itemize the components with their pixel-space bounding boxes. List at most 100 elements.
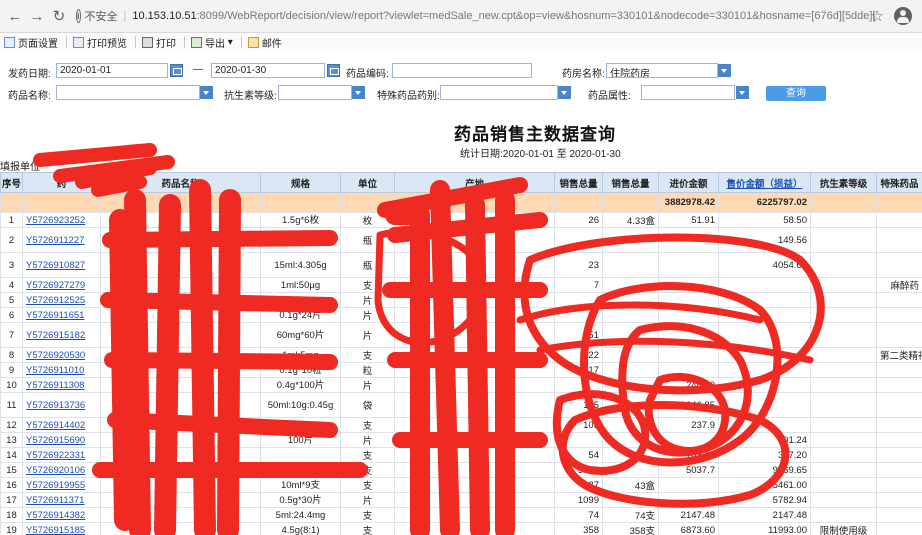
row-antibiotic	[810, 447, 877, 463]
row-seq: 4	[0, 277, 23, 293]
row-code[interactable]: Y5726911651	[22, 307, 101, 323]
calendar-icon[interactable]	[170, 64, 183, 77]
row-antibiotic	[810, 492, 877, 508]
row-retail-amount: 4054.67	[718, 252, 811, 278]
row-code[interactable]: Y5726911308	[22, 377, 101, 393]
chevron-down-icon[interactable]	[200, 86, 213, 99]
row-purchase-amount: 51.91	[658, 212, 719, 228]
row-retail-amount	[718, 322, 811, 348]
toolbar-divider	[135, 36, 136, 48]
url-field[interactable]: i 不安全 | 10.153.10.51 :8099/WebReport/dec…	[76, 4, 876, 28]
row-spec: 60mg*60片	[260, 322, 341, 348]
row-code[interactable]: Y5726915185	[22, 522, 101, 535]
row-retail-amount: 101.24	[718, 432, 811, 448]
row-antibiotic	[810, 347, 877, 363]
row-code[interactable]: Y5726923252	[22, 212, 101, 228]
chevron-down-icon[interactable]	[352, 86, 365, 99]
account-icon[interactable]	[894, 7, 912, 25]
date-from-input[interactable]: 2020-01-01	[56, 63, 168, 78]
forward-arrow-icon[interactable]: →	[26, 5, 48, 27]
export-icon	[191, 36, 202, 48]
pharmacy-select[interactable]: 住院药房	[606, 63, 718, 78]
row-origin	[394, 462, 555, 478]
row-spec: 100片	[260, 432, 341, 448]
table-row: 2 Y5726911227 500ml 瓶 149.56	[0, 227, 922, 253]
row-code[interactable]: Y5726912525	[22, 292, 101, 308]
row-name	[100, 392, 261, 418]
mail-button[interactable]: 邮件	[247, 35, 282, 50]
row-sale-qty: 105	[554, 392, 603, 418]
row-code[interactable]: Y5726914402	[22, 417, 101, 433]
chevron-down-icon[interactable]	[558, 86, 571, 99]
calendar-icon[interactable]	[327, 64, 340, 77]
row-spec: 5ml:24.4mg	[260, 507, 341, 523]
row-origin	[394, 417, 555, 433]
row-code[interactable]: Y5726911371	[22, 492, 101, 508]
row-seq: 9	[0, 362, 23, 378]
row-unit: 片	[340, 307, 395, 323]
row-code[interactable]: Y5726922331	[22, 447, 101, 463]
row-code[interactable]: Y5726911010	[22, 362, 101, 378]
row-unit: 枚	[340, 212, 395, 228]
export-button[interactable]: 导出 ▾	[191, 35, 233, 50]
row-sale-qty-2	[602, 277, 659, 293]
drug-attr-select[interactable]	[641, 85, 735, 100]
col-unit: 单位	[340, 172, 395, 193]
total-cell	[340, 192, 395, 213]
special-drug-select[interactable]	[440, 85, 558, 100]
row-retail-amount	[718, 362, 811, 378]
row-code[interactable]: Y5726919955	[22, 477, 101, 493]
print-preview-label: 打印预览	[87, 38, 127, 50]
info-icon[interactable]: i	[76, 9, 81, 23]
row-spec: 1ml:5mg	[260, 347, 341, 363]
row-retail-amount: 149.56	[718, 227, 811, 253]
row-origin	[394, 307, 555, 323]
row-spec: 10ml*9支	[260, 477, 341, 493]
row-code[interactable]: Y5726915182	[22, 322, 101, 348]
query-button[interactable]: 查询	[766, 86, 826, 101]
row-antibiotic	[810, 307, 877, 323]
row-code[interactable]: Y5726927279	[22, 277, 101, 293]
row-code[interactable]: Y5726914382	[22, 507, 101, 523]
date-to-input[interactable]: 2020-01-30	[211, 63, 325, 78]
bookmark-star-icon[interactable]: ☆	[871, 7, 884, 25]
col-spec: 规格	[260, 172, 341, 193]
chevron-down-icon[interactable]	[736, 86, 749, 99]
chevron-down-icon[interactable]	[718, 64, 731, 77]
row-sale-qty: 1099	[554, 492, 603, 508]
row-special	[876, 477, 922, 493]
back-arrow-icon[interactable]: ←	[4, 5, 26, 27]
table-row: 3 Y5726910827 15ml:4.305g 瓶 23 4054.67	[0, 252, 922, 278]
table-row: 11 Y5726913736 50ml:10g:0.45g 袋 105 1046.85	[0, 392, 922, 418]
drug-name-select[interactable]	[56, 85, 200, 100]
print-preview-button[interactable]: 打印预览	[73, 35, 127, 50]
row-special	[876, 377, 922, 393]
row-purchase-amount	[658, 277, 719, 293]
row-antibiotic	[810, 477, 877, 493]
row-code[interactable]: Y5726910827	[22, 252, 101, 278]
row-code[interactable]: Y5726920530	[22, 347, 101, 363]
row-unit: 袋	[340, 392, 395, 418]
page-setup-button[interactable]: 页面设置	[4, 35, 58, 50]
drug-code-input[interactable]	[392, 63, 532, 78]
reload-icon[interactable]: ↻	[48, 5, 70, 27]
antibiotic-level-select[interactable]	[278, 85, 352, 100]
row-name	[100, 432, 261, 448]
print-button[interactable]: 打印	[142, 35, 176, 50]
total-cell	[602, 192, 659, 213]
row-sale-qty: 26	[554, 212, 603, 228]
antibiotic-level-label: 抗生素等级:	[224, 91, 277, 102]
row-seq: 14	[0, 447, 23, 463]
row-code[interactable]: Y5726913736	[22, 392, 101, 418]
row-code[interactable]: Y5726915690	[22, 432, 101, 448]
row-retail-amount	[718, 307, 811, 323]
row-seq: 11	[0, 392, 23, 418]
row-seq: 18	[0, 507, 23, 523]
row-seq: 2	[0, 227, 23, 253]
insecure-label: 不安全	[84, 11, 118, 23]
row-code[interactable]: Y5726920106	[22, 462, 101, 478]
row-sale-qty-2	[602, 462, 659, 478]
row-sale-qty: 387	[554, 477, 603, 493]
row-code[interactable]: Y5726911227	[22, 227, 101, 253]
col-retail-amount[interactable]: 售价金额（损益）	[718, 172, 811, 193]
